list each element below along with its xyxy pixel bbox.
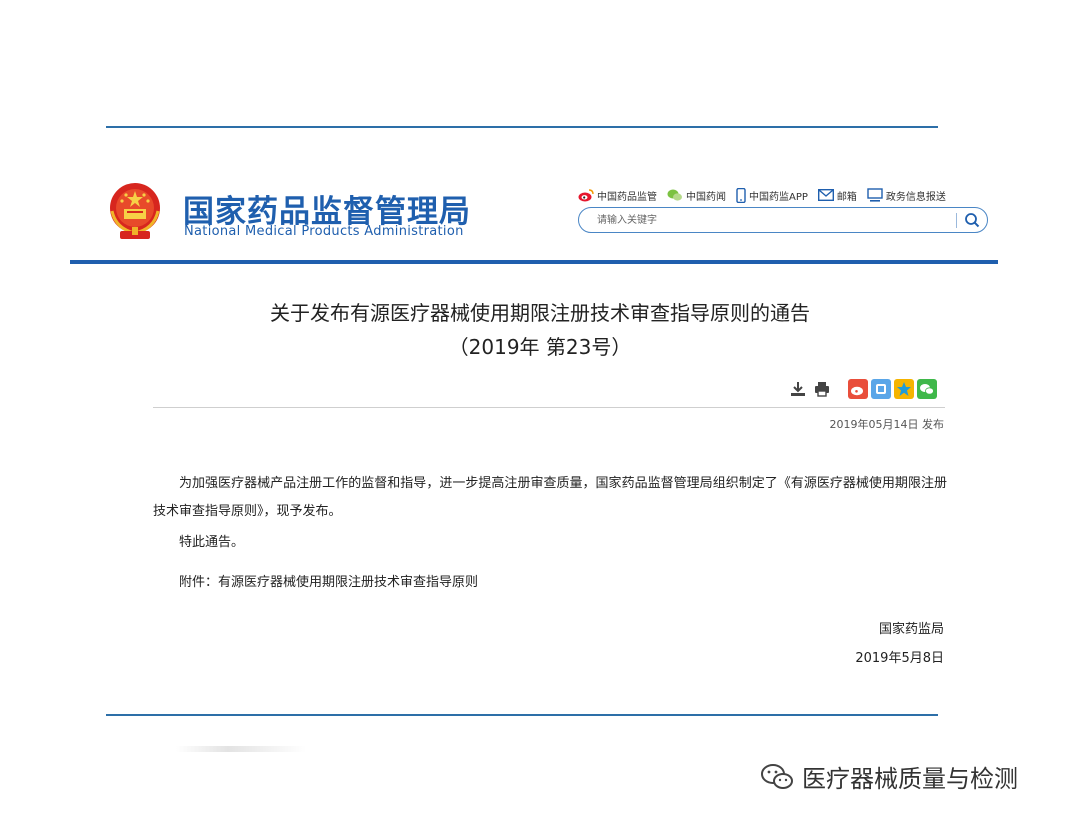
agency-name-en: National Medical Products Administration [184,224,464,239]
download-button[interactable] [788,379,808,399]
header-bottom-bar [70,260,998,264]
toplink-mail[interactable]: 邮箱 [817,188,857,203]
toplink-label: 政务信息报送 [885,191,946,203]
top-divider [106,126,938,128]
wechat-icon [667,189,682,201]
toplink-label: 中国药闻 [686,191,726,203]
search-button[interactable] [963,211,981,229]
download-icon [791,382,805,396]
attachment-link[interactable]: 附件：有源医疗器械使用期限注册技术审查指导原则 [179,569,973,597]
top-links-bar: 中国药品监管 中国药闻 中国药监APP 邮箱 政务信息报送 [578,186,956,204]
search-divider [956,213,957,228]
title-divider [153,407,945,408]
signer: 国家药监局 [878,622,944,637]
star-icon [897,382,911,396]
search-icon [965,213,980,228]
share-weibo-button[interactable] [848,379,868,399]
wechat-icon [920,384,934,395]
share-wechat-button[interactable] [917,379,937,399]
national-emblem-logo [108,181,162,241]
toplink-label: 中国药品监管 [597,191,657,203]
sign-date: 2019年5月8日 [855,651,944,666]
toplink-label: 中国药监APP [749,191,808,203]
toplink-wechat[interactable]: 中国药闻 [667,188,726,203]
weibo-icon [578,189,594,202]
mobile-icon [736,187,746,203]
toplink-report[interactable]: 政务信息报送 [867,188,946,203]
article-toolbar [788,378,937,400]
article-paragraph: 为加强医疗器械产品注册工作的监督和指导，进一步提高注册审查质量，国家药品监督管理… [153,476,947,519]
share-favorite-button[interactable] [894,379,914,399]
toplink-app[interactable]: 中国药监APP [736,187,808,203]
monitor-icon [867,188,883,202]
print-icon [815,382,829,397]
article-title: 关于发布有源医疗器械使用期限注册技术审查指导原则的通告 [270,301,810,325]
print-button[interactable] [812,379,832,399]
watermark-text: 医疗器械质量与检测 [802,765,1018,793]
search-box [578,207,988,233]
share-qzone-button[interactable] [871,379,891,399]
bottom-divider [106,714,938,716]
wechat-icon [761,763,793,789]
mail-icon [817,189,834,201]
publish-date: 2019年05月14日 发布 [829,418,945,431]
toplink-weibo[interactable]: 中国药品监管 [578,188,657,203]
faint-scan-mark [176,746,306,752]
weibo-icon [851,386,863,396]
article-paragraph: 特此通告。 [179,535,245,550]
wechat-watermark: 医疗器械质量与检测 [760,759,1018,794]
toplink-label: 邮箱 [836,191,857,203]
article-number: （2019年 第23号） [448,335,632,359]
search-input[interactable] [597,212,957,228]
qzone-icon [876,384,886,394]
